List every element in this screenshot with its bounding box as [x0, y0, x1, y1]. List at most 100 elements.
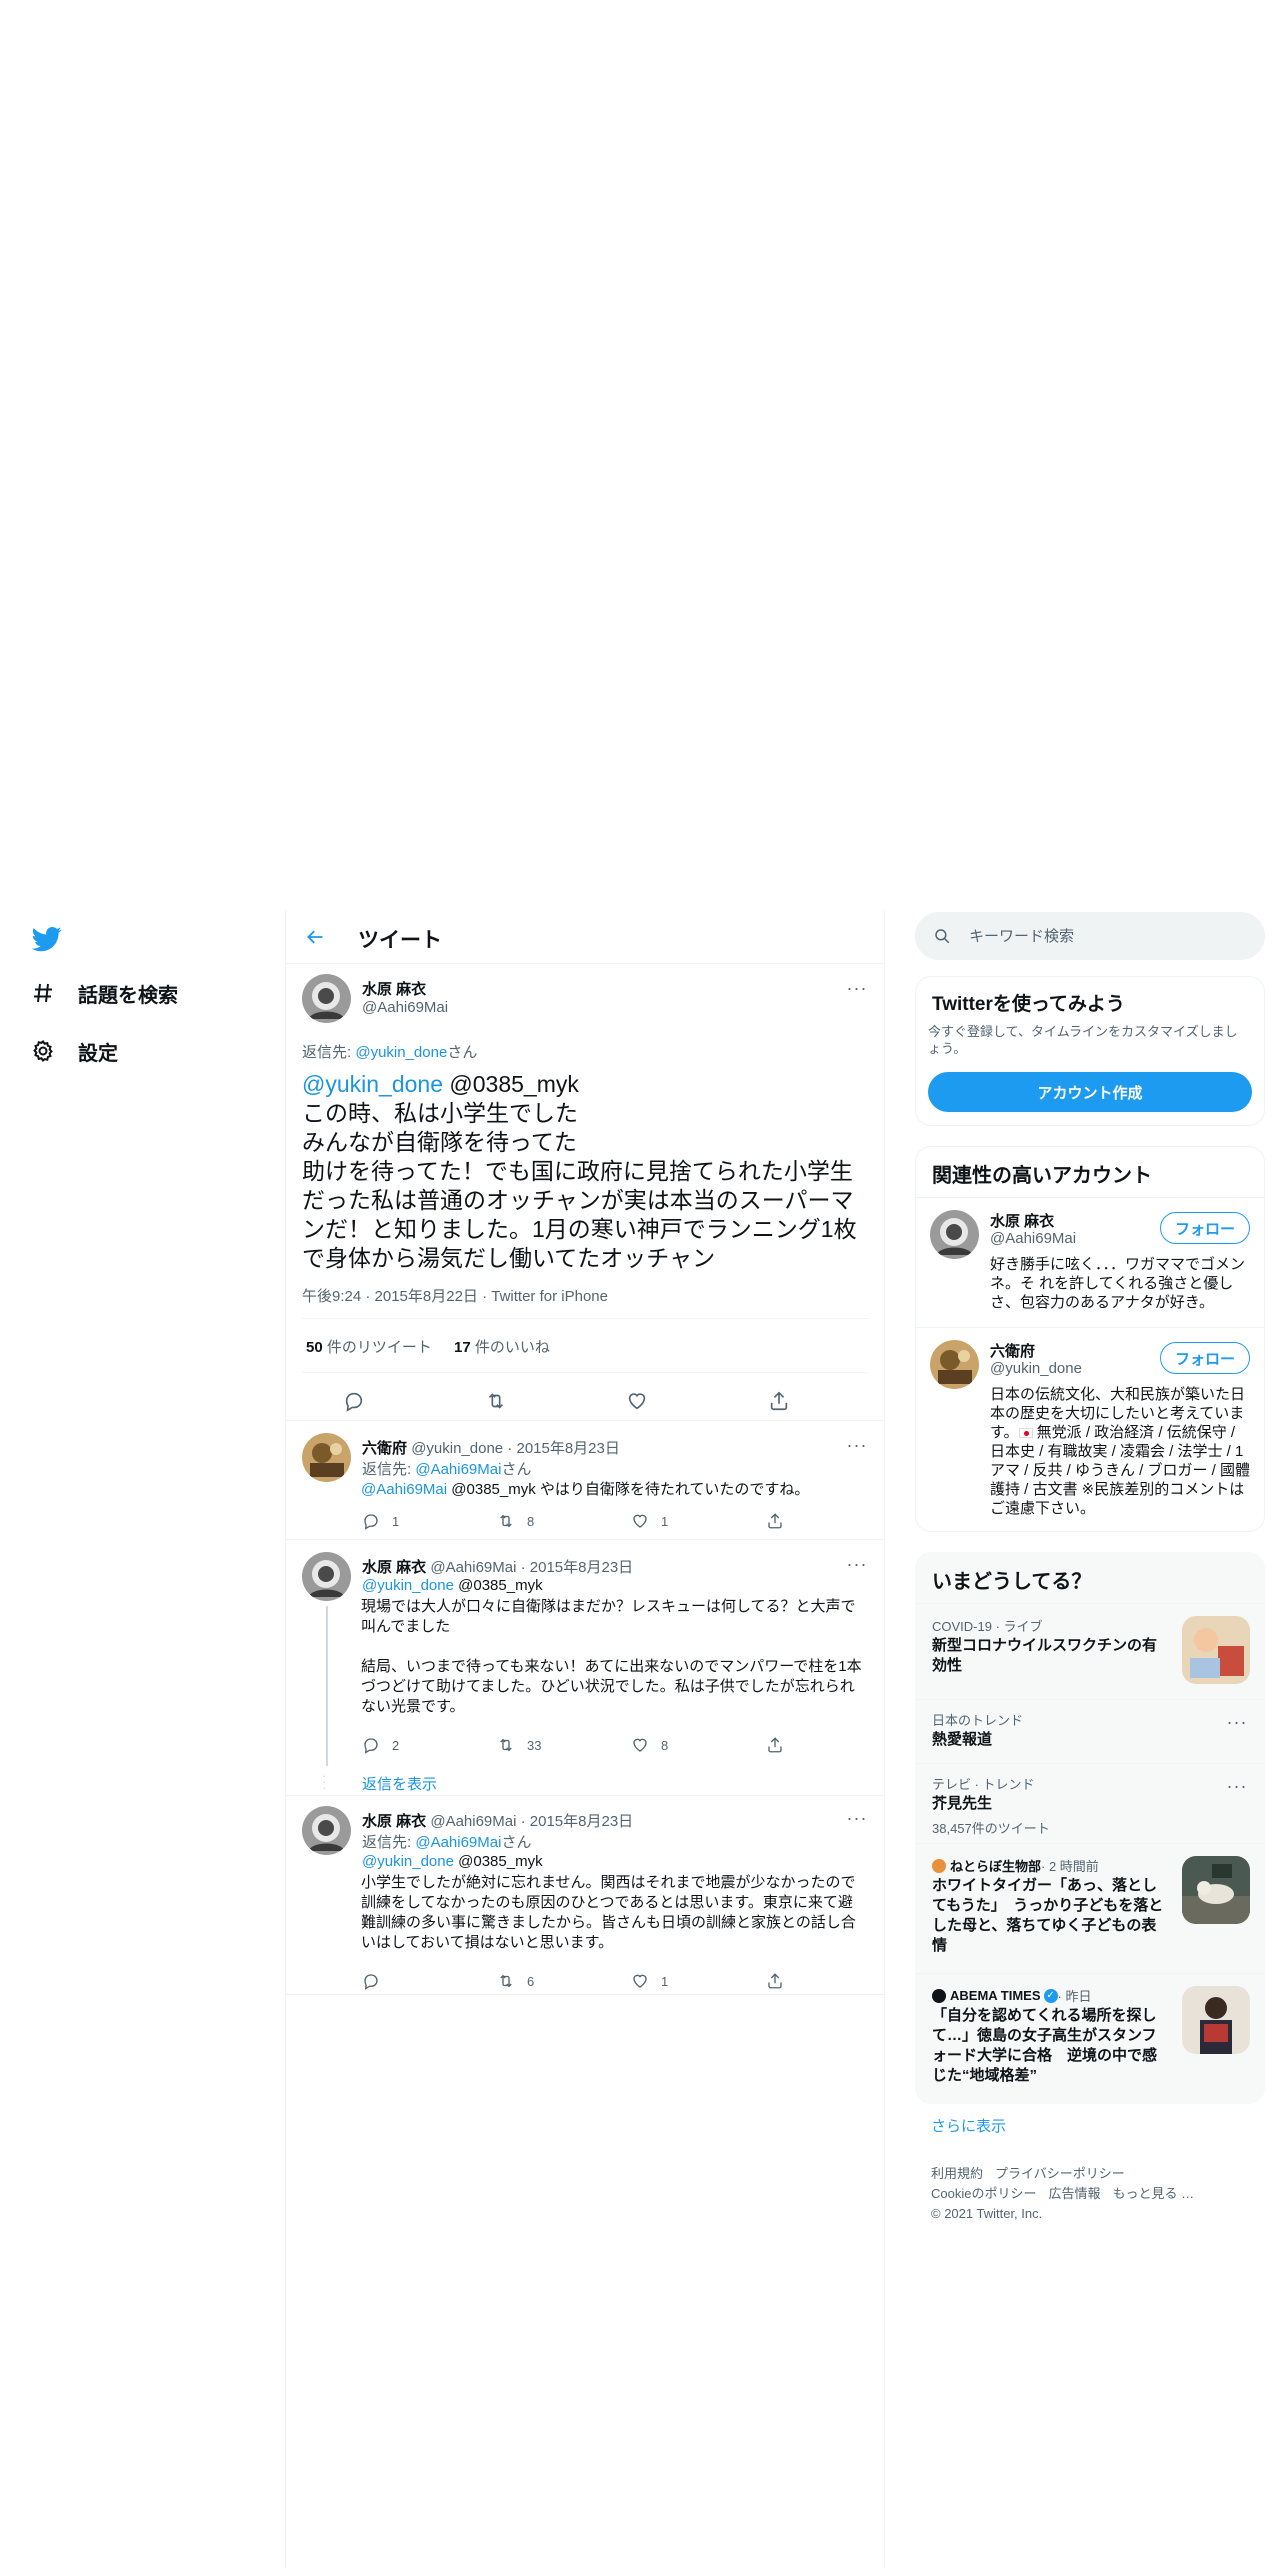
retweet-button[interactable] [485, 1390, 507, 1412]
tweet-text: 現場では大人が口々に自衛隊はまだか？レスキューは何してる？と大声で叫んでました … [361, 1598, 862, 1715]
author-handle[interactable]: @Aahi69Mai [362, 999, 448, 1016]
account-row[interactable]: 六衛府 @yukin_done フォロー 日本の伝統文化、大和民族が築いた日本の… [916, 1327, 1264, 1531]
more-options-button[interactable]: ··· [1224, 1776, 1250, 1796]
show-replies-link[interactable]: 返信を表示 [362, 1773, 437, 1794]
sidebar-item-settings[interactable]: 設定 [30, 1031, 118, 1071]
show-more-link[interactable]: さらに表示 [931, 2115, 1006, 2136]
tweet-timestamp[interactable]: 午後9:24 · 2015年8月22日 · Twitter for iPhone [302, 1285, 608, 1306]
retweet-button[interactable]: 8 [497, 1512, 534, 1530]
copyright: © 2021 Twitter, Inc. [931, 2206, 1043, 2221]
more-options-button[interactable]: ··· [844, 1808, 870, 1828]
reply-to-link[interactable]: @yukin_done [355, 1044, 447, 1061]
avatar[interactable] [302, 974, 351, 1023]
page-header: ツイート [286, 910, 884, 964]
like-button[interactable]: 1 [631, 1972, 668, 1990]
author-handle[interactable]: @yukin_done · 2015年8月23日 [411, 1440, 620, 1457]
mention-link[interactable]: @yukin_done [362, 1577, 454, 1594]
trend-item[interactable]: ねとらぼ生物部 · 2 時間前 ホワイトタイガー「あっ、落としてもうた」 うっか… [916, 1843, 1264, 1973]
account-row[interactable]: 水原 麻衣 @Aahi69Mai フォロー 好き勝手に呟く．．．ワガママでゴメン… [916, 1197, 1264, 1327]
follow-button[interactable]: フォロー [1160, 1212, 1250, 1244]
account-handle[interactable]: @Aahi69Mai [990, 1230, 1076, 1247]
heart-icon [633, 1738, 647, 1752]
author-name[interactable]: 水原 麻衣 [362, 1559, 426, 1576]
tweet-text: 小学生でしたが絶対に忘れません。関西はそれまで地震が少なかったので訓練をしてなか… [361, 1874, 856, 1951]
trend-item[interactable]: 日本のトレンド 熱愛報道 ··· [916, 1699, 1264, 1763]
more-options-button[interactable]: ··· [844, 978, 870, 998]
footer-link-cookies[interactable]: Cookieのポリシー [931, 2186, 1036, 2201]
reply-tweet[interactable]: 水原 麻衣 @Aahi69Mai · 2015年8月23日 ··· @yukin… [286, 1540, 884, 1794]
retweet-button[interactable]: 33 [497, 1736, 541, 1754]
hashtag-icon [30, 980, 56, 1006]
author-handle[interactable]: @Aahi69Mai · 2015年8月23日 [430, 1813, 633, 1830]
tweet-text: @Aahi69Mai @0385_myk やはり自衛隊を待たれていたのですね。 [361, 1481, 810, 1498]
search-input[interactable] [969, 927, 1229, 945]
account-name[interactable]: 六衛府 [990, 1340, 1035, 1361]
divider [286, 1994, 884, 1995]
sidebar-item-explore[interactable]: 話題を検索 [30, 973, 178, 1013]
share-button[interactable] [766, 1972, 784, 1990]
trend-item[interactable]: テレビ · トレンド 芥見先生 38,457件のツイート ··· [916, 1763, 1264, 1843]
more-options-button[interactable]: ··· [1224, 1712, 1250, 1732]
retweet-stat[interactable]: 50 件のリツイート [306, 1339, 432, 1356]
mention-link[interactable]: @yukin_done [302, 1071, 443, 1097]
tweet-mentions: @yukin_done @0385_myk [362, 1853, 543, 1870]
share-button[interactable] [766, 1512, 784, 1530]
mention-link[interactable]: @yukin_done [362, 1853, 454, 1870]
reply-to-link[interactable]: @Aahi69Mai [415, 1834, 501, 1851]
twitter-logo-icon[interactable] [31, 924, 62, 954]
account-bio: 日本の伝統文化、大和民族が築いた日本の歴史を大切にしたいと考えています。 無党派… [990, 1386, 1251, 1517]
like-button[interactable]: 1 [631, 1512, 668, 1530]
tweet-mentions: @yukin_done @0385_myk [362, 1577, 543, 1594]
share-button[interactable] [768, 1390, 790, 1412]
reply-tweet[interactable]: 水原 麻衣 @Aahi69Mai · 2015年8月23日 ··· 返信先: @… [286, 1796, 884, 1990]
reply-button[interactable]: 1 [362, 1512, 399, 1530]
author-handle[interactable]: @Aahi69Mai · 2015年8月23日 [430, 1559, 633, 1576]
trend-item[interactable]: COVID-19 · ライブ 新型コロナウイルスワクチンの有効性 [916, 1603, 1264, 1699]
account-handle[interactable]: @yukin_done [990, 1360, 1082, 1377]
heart-icon [633, 1514, 647, 1528]
create-account-button[interactable]: アカウント作成 [928, 1072, 1252, 1112]
share-button[interactable] [766, 1736, 784, 1754]
footer-link-ads[interactable]: 広告情報 [1048, 2186, 1100, 2201]
more-options-button[interactable]: ··· [844, 1554, 870, 1574]
trend-item[interactable]: ABEMA TIMES ✓ · 昨日 「自分を認めてくれる場所を探して…」徳島の… [916, 1973, 1264, 2103]
avatar[interactable] [302, 1806, 351, 1855]
avatar[interactable] [302, 1552, 351, 1601]
footer-link-privacy[interactable]: プライバシーポリシー [995, 2166, 1125, 2181]
author-name[interactable]: 六衛府 [362, 1440, 407, 1457]
footer-link-more[interactable]: もっと見る … [1112, 2186, 1194, 2201]
footer-link-terms[interactable]: 利用規約 [931, 2166, 983, 2181]
reply-button[interactable] [343, 1390, 365, 1412]
more-options-button[interactable]: ··· [844, 1435, 870, 1455]
like-stat[interactable]: 17 件のいいね [454, 1339, 550, 1356]
main-column: ツイート 水原 麻衣 @Aahi69Mai ··· 返信先: @yukin_do… [285, 910, 885, 2568]
back-button[interactable] [298, 920, 332, 954]
reply-button[interactable] [362, 1972, 380, 1990]
account-name[interactable]: 水原 麻衣 [990, 1210, 1054, 1231]
avatar[interactable] [930, 1340, 979, 1389]
like-button[interactable] [626, 1390, 648, 1412]
gear-icon [30, 1038, 56, 1064]
author-name[interactable]: 水原 麻衣 [362, 978, 426, 999]
avatar[interactable] [302, 1433, 351, 1482]
retweet-icon [500, 1514, 512, 1528]
search-bar[interactable] [915, 912, 1265, 960]
like-button[interactable]: 8 [631, 1736, 668, 1754]
arrow-left-icon [307, 930, 323, 944]
retweet-button[interactable]: 6 [497, 1972, 534, 1990]
trend-meta: ABEMA TIMES ✓ · 昨日 [932, 1986, 1091, 2005]
reply-header: 水原 麻衣 @Aahi69Mai · 2015年8月23日 [362, 1810, 633, 1831]
reply-header: 水原 麻衣 @Aahi69Mai · 2015年8月23日 [362, 1556, 633, 1577]
related-accounts-card: 関連性の高いアカウント 水原 麻衣 @Aahi69Mai フォロー 好き勝手に呟… [915, 1146, 1265, 1532]
trend-title: ホワイトタイガー「あっ、落としてもうた」 うっかり子どもを落とした母と、落ちてゆ… [932, 1877, 1164, 1954]
author-name[interactable]: 水原 麻衣 [362, 1813, 426, 1830]
reply-tweet[interactable]: 六衛府 @yukin_done · 2015年8月23日 ··· 返信先: @A… [286, 1421, 884, 1539]
avatar[interactable] [930, 1210, 979, 1259]
mention-link[interactable]: @Aahi69Mai [361, 1481, 447, 1498]
tweet-text: この時、私は小学生でした みんなが自衛隊を待ってた 助けを待ってた！でも国に政府… [302, 1100, 857, 1271]
follow-button[interactable]: フォロー [1160, 1342, 1250, 1374]
reply-button[interactable]: 2 [362, 1736, 399, 1754]
mention-text[interactable]: @0385_myk [443, 1071, 578, 1097]
reply-to-link[interactable]: @Aahi69Mai [415, 1461, 501, 1478]
footer-links: 利用規約 プライバシーポリシー Cookieのポリシー 広告情報 もっと見る … © … [931, 2164, 1206, 2224]
